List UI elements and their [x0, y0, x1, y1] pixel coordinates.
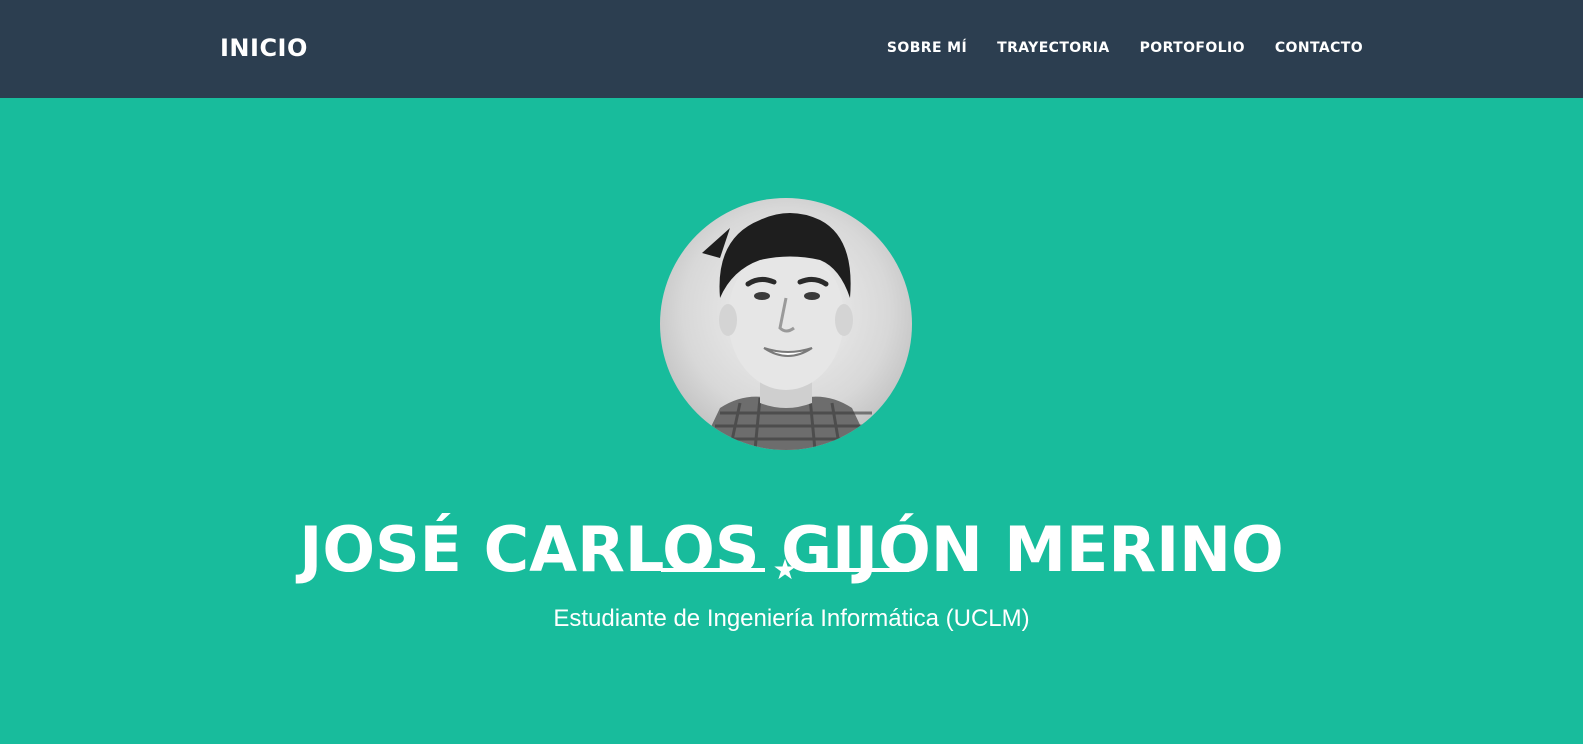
navbar: INICIO SOBRE MÍ TRAYECTORIA PORTOFOLIO C… — [0, 0, 1583, 98]
hero-section: JOSÉ CARLOS GIJÓN MERINO ★ Estudiante de… — [0, 98, 1583, 744]
nav-item-contacto[interactable]: CONTACTO — [1275, 38, 1363, 58]
nav-item-sobre-mi[interactable]: SOBRE MÍ — [887, 38, 967, 58]
star-divider: ★ — [661, 556, 909, 584]
nav-menu: SOBRE MÍ TRAYECTORIA PORTOFOLIO CONTACTO — [857, 38, 1363, 58]
profile-photo-illustration — [700, 213, 880, 450]
divider-line-left — [661, 568, 765, 572]
divider-line-right — [805, 568, 909, 572]
brand-link[interactable]: INICIO — [220, 33, 308, 63]
star-icon: ★ — [772, 553, 798, 586]
profile-photo — [660, 198, 912, 450]
nav-item-trayectoria[interactable]: TRAYECTORIA — [997, 38, 1109, 58]
hero-subtitle: Estudiante de Ingeniería Informática (UC… — [553, 605, 1030, 632]
nav-item-portofolio[interactable]: PORTOFOLIO — [1140, 38, 1245, 58]
